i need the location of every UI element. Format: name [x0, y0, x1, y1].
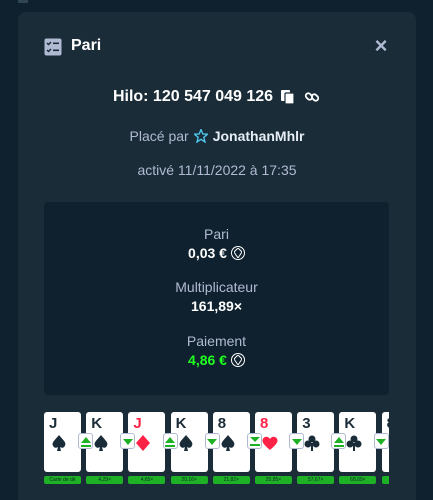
guess-lower-icon: [289, 433, 305, 449]
card-multiplier: 57,67×: [297, 476, 335, 484]
card-multiplier: 20,16×: [170, 476, 208, 484]
spade-icon: [221, 435, 235, 451]
card-rank: J: [49, 415, 58, 432]
heart-icon: [262, 436, 278, 450]
guess-equal-icon: [247, 433, 262, 449]
bet-stats-panel: Pari 0,03 € Multiplicateur 161,89× Paiem…: [44, 202, 389, 395]
spade-icon: [94, 435, 108, 451]
card-multiplier: 4,29×: [86, 476, 124, 484]
spade-icon: [179, 435, 192, 451]
modal-header: Pari ×: [18, 12, 416, 82]
bet-id: Hilo: 120 547 049 126: [112, 88, 274, 105]
club-icon: [304, 435, 320, 451]
link-icon[interactable]: [303, 88, 321, 106]
guess-higher-icon: [78, 433, 94, 449]
card-slot: J 4,65×: [120, 412, 166, 500]
multiplier-value: 161,89×: [191, 298, 242, 314]
card-rank: K: [344, 415, 356, 432]
card-slot: J Carte de dé: [44, 412, 81, 500]
card-rank: 8: [387, 415, 389, 432]
guess-lower-icon: [204, 433, 220, 449]
card-rank: J: [133, 415, 142, 432]
card-rank: K: [91, 415, 103, 432]
playing-card: J: [44, 412, 81, 472]
card-multiplier: Carte de dé: [44, 476, 81, 484]
card-slot: 8 21,82×: [204, 412, 250, 500]
multiplier-stat: Multiplicateur 161,89×: [44, 279, 389, 314]
payout-stat: Paiement 4,86 €: [44, 333, 389, 368]
modal-title: Pari: [71, 37, 102, 54]
card-rank: 3: [302, 415, 311, 432]
club-icon: [346, 435, 362, 451]
multiplier-label: Multiplicateur: [175, 279, 258, 295]
bet-amount-value: 0,03 €: [188, 245, 227, 261]
card-slot: 8 25,85×: [247, 412, 292, 500]
diamond-icon: [136, 435, 151, 451]
placed-by-label: Placé par: [129, 128, 189, 144]
bet-id-row: Hilo: 120 547 049 126: [18, 86, 416, 108]
card-slot: 8 161,89×: [373, 412, 389, 500]
card-multiplier: 21,82×: [212, 476, 250, 484]
payout-value: 4,86 €: [188, 352, 227, 368]
eos-coin-icon: [230, 246, 245, 260]
guess-higher-icon: [331, 433, 347, 449]
card-multiplier: 25,85×: [255, 476, 292, 484]
bet-amount-label: Pari: [204, 226, 229, 242]
card-slot: K 68,09×: [331, 412, 377, 500]
spade-icon: [52, 435, 66, 451]
card-rank: 8: [260, 415, 269, 432]
eos-coin-icon: [230, 353, 245, 367]
activated-date: activé 11/11/2022 à 17:35: [137, 162, 297, 178]
card-slot: K 4,29×: [78, 412, 124, 500]
card-history-strip[interactable]: J Carte de dé K 4,29× J 4,65× K 20,16× 8 21,82× 8 2…: [44, 412, 389, 500]
guess-higher-icon: [162, 433, 178, 449]
bet-details-modal: Pari × Hilo: 120 547 049 126 Placé par J…: [18, 12, 416, 500]
username-link[interactable]: JonathanMhlr: [213, 128, 305, 144]
placed-by-row: Placé par JonathanMhlr: [18, 128, 416, 144]
card-rank: K: [175, 415, 187, 432]
bet-slip-icon: [44, 38, 62, 56]
card-rank: 8: [217, 415, 227, 432]
card-multiplier: 68,09×: [339, 476, 377, 484]
background-divider: [18, 0, 28, 3]
card-slot: 3 57,67×: [289, 412, 335, 500]
close-button[interactable]: ×: [372, 35, 390, 57]
card-slot: K 20,16×: [162, 412, 208, 500]
copy-icon[interactable]: [279, 88, 297, 106]
payout-label: Paiement: [186, 333, 247, 349]
bet-amount-stat: Pari 0,03 €: [44, 226, 389, 261]
vip-star-icon: [193, 129, 208, 143]
guess-lower-icon: [373, 433, 389, 449]
guess-lower-icon: [120, 433, 136, 449]
card-multiplier: 4,65×: [128, 476, 166, 484]
card-multiplier: 161,89×: [381, 476, 389, 484]
